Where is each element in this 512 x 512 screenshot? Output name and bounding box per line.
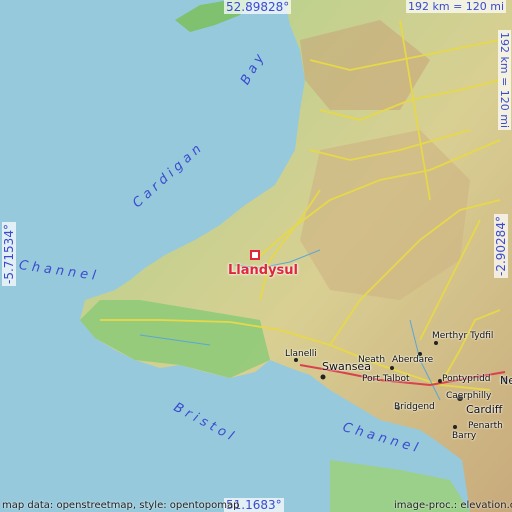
horizontal-scale-label: 192 km = 120 mi: [406, 0, 507, 13]
place-newport-partial: Ne: [500, 374, 512, 387]
place-bridgend: Bridgend: [394, 402, 435, 412]
place-pontypridd: Pontypridd: [442, 374, 491, 384]
place-aberdare: Aberdare: [392, 355, 434, 365]
map-view[interactable]: 52.89828° 51.1683° -5.71534° -2.90284° 1…: [0, 0, 512, 512]
left-longitude-label: -5.71534°: [2, 222, 16, 286]
place-neath: Neath: [358, 355, 386, 365]
place-barry: Barry: [452, 431, 477, 441]
place-port-talbot: Port Talbot: [362, 374, 410, 384]
place-cardiff: Cardiff: [466, 403, 503, 416]
vertical-scale-label: 192 km = 120 mi: [498, 30, 511, 131]
attribution-left: map data: openstreetmap, style: opentopo…: [2, 500, 240, 511]
place-penarth: Penarth: [468, 421, 503, 431]
place-llanelli: Llanelli: [285, 349, 317, 359]
attribution-right: image-proc.: elevation.city: [394, 500, 512, 511]
place-merthyr-tydfil: Merthyr Tydfil: [432, 331, 494, 341]
place-caerphilly: Caerphilly: [446, 391, 492, 401]
town-marker[interactable]: [250, 250, 260, 260]
town-label[interactable]: Llandysul: [228, 263, 298, 278]
top-latitude-label: 52.89828°: [224, 0, 292, 14]
right-longitude-label: -2.90284°: [494, 214, 508, 278]
